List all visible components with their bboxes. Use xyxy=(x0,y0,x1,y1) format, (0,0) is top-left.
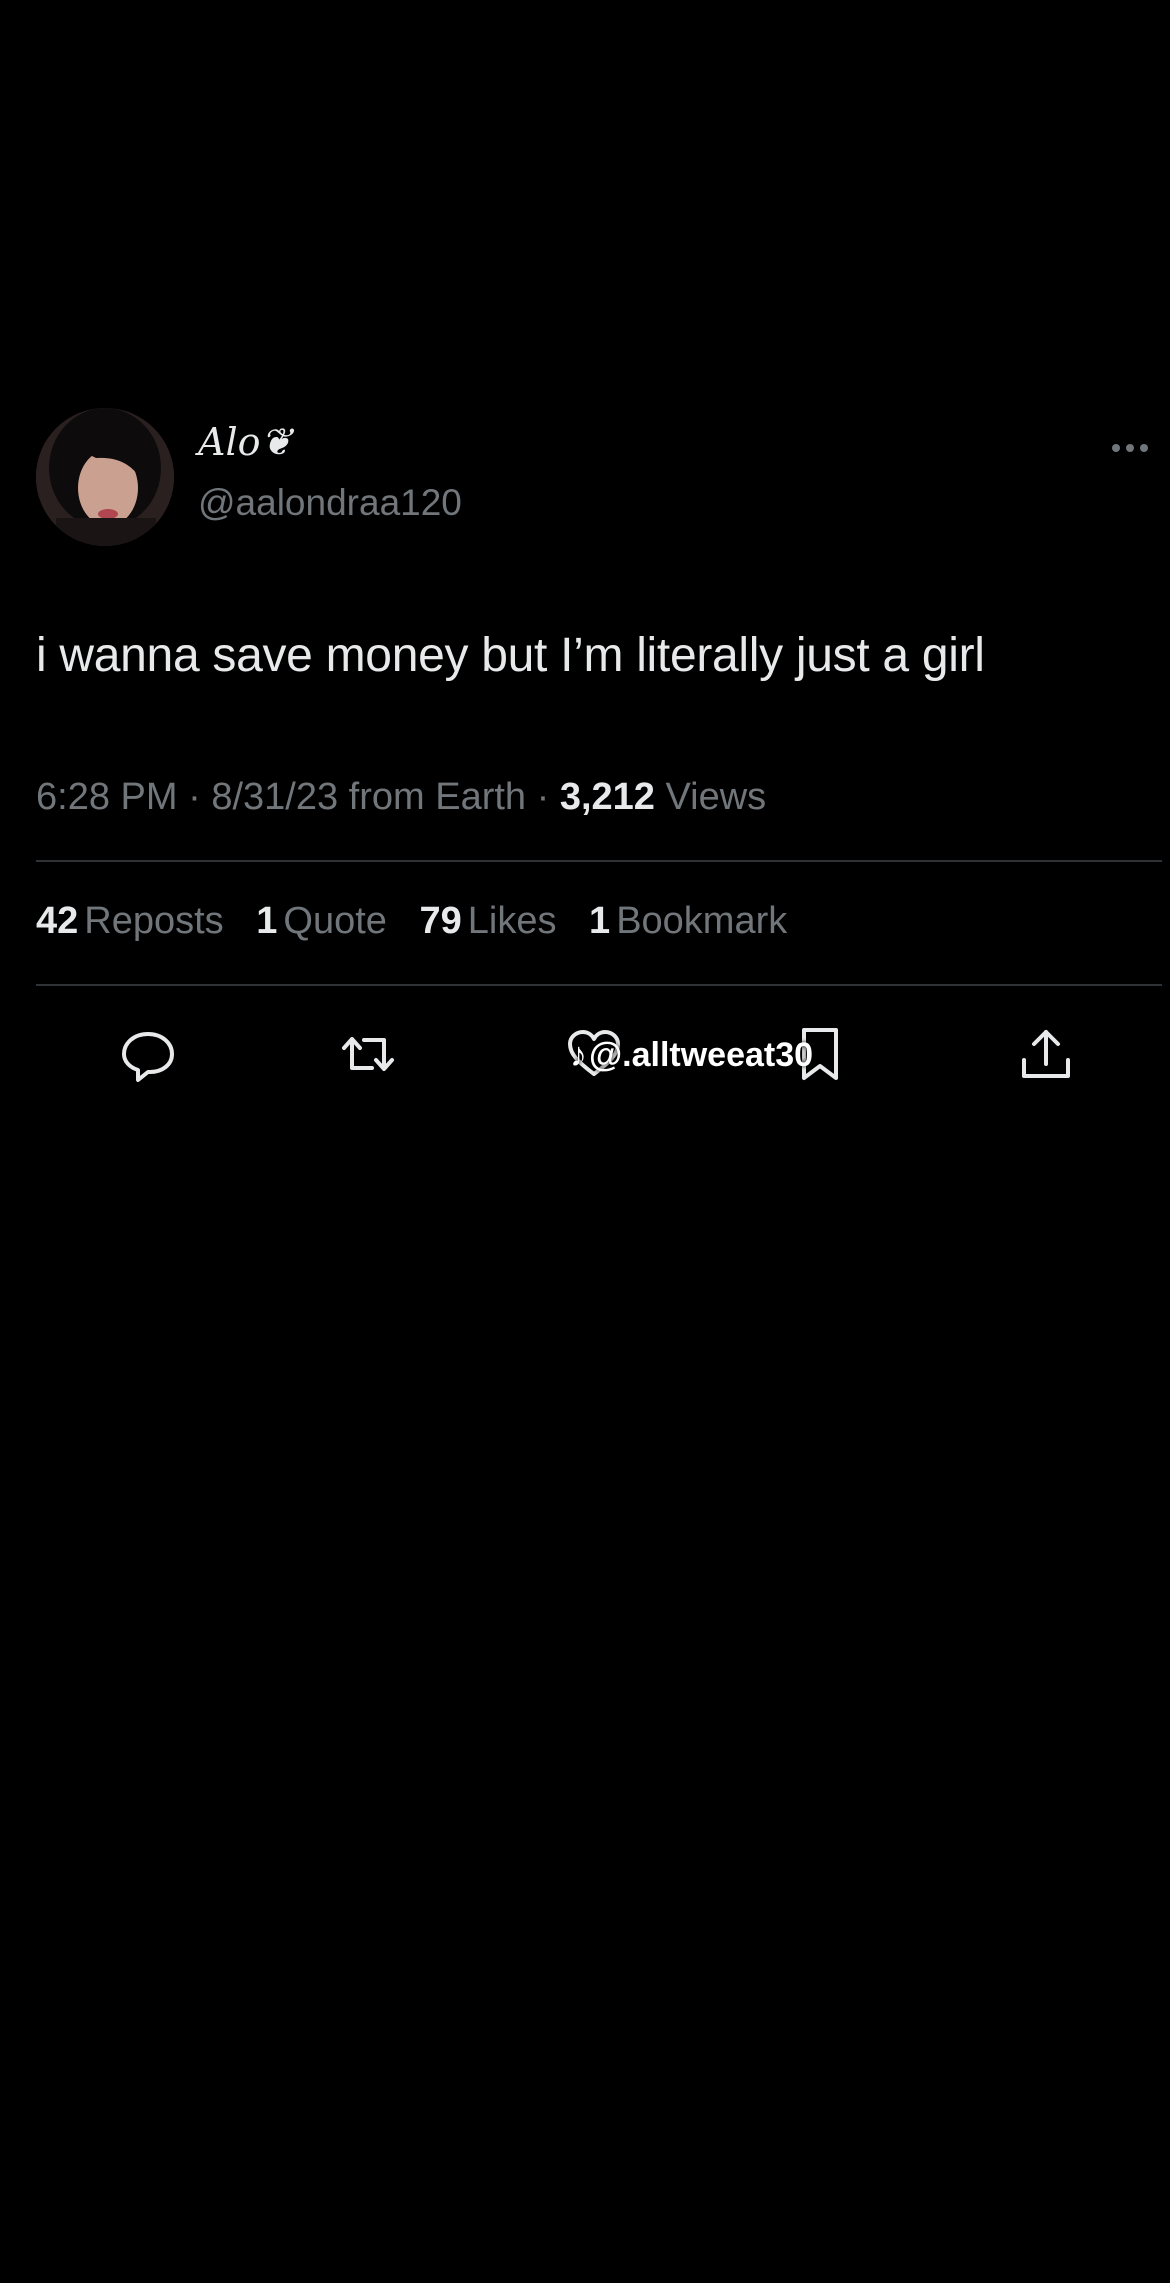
tweet-time[interactable]: 6:28 PM xyxy=(36,776,178,818)
meta-separator: · xyxy=(188,776,212,818)
reposts-label: Reposts xyxy=(84,900,224,942)
more-dots-icon xyxy=(1112,444,1148,452)
quotes-label: Quote xyxy=(283,900,387,942)
tweet-date[interactable]: 8/31/23 xyxy=(211,776,338,818)
reposts-count: 42 xyxy=(36,900,79,942)
bookmarks-label: Bookmark xyxy=(616,900,788,942)
avatar-image xyxy=(36,408,174,546)
reply-button[interactable] xyxy=(118,1024,178,1084)
tiktok-watermark: ♪@.alltweeat30 xyxy=(570,1036,813,1075)
divider xyxy=(36,984,1162,986)
likes-stat[interactable]: 79 Likes xyxy=(419,900,556,942)
more-options-button[interactable] xyxy=(1106,428,1162,468)
reposts-stat[interactable]: 42 Reposts xyxy=(36,900,224,942)
divider xyxy=(36,860,1162,862)
tweet-meta: 6:28 PM · 8/31/23 from Earth · 3,212 Vie… xyxy=(36,776,766,819)
likes-label: Likes xyxy=(467,900,557,942)
share-button[interactable] xyxy=(1016,1024,1076,1084)
user-handle[interactable]: @aalondraa120 xyxy=(198,482,462,524)
avatar[interactable] xyxy=(36,408,174,546)
views-count: 3,212 xyxy=(559,776,655,818)
likes-count: 79 xyxy=(419,900,462,942)
repost-icon xyxy=(342,1037,394,1071)
watermark-text: @.alltweeat30 xyxy=(589,1036,814,1074)
tweet-source: from Earth xyxy=(348,776,527,818)
reply-icon xyxy=(122,1032,174,1082)
display-name[interactable]: Alo❦ xyxy=(198,420,292,464)
quotes-count: 1 xyxy=(256,900,278,942)
engagement-stats: 42 Reposts 1 Quote 79 Likes 1 Bookmark xyxy=(36,900,809,943)
views-label: Views xyxy=(665,776,767,818)
meta-separator: · xyxy=(536,776,560,818)
bookmarks-stat[interactable]: 1 Bookmark xyxy=(589,900,787,942)
share-icon xyxy=(1022,1030,1070,1078)
tweet-detail: Alo❦ @aalondraa120 i wanna save money bu… xyxy=(0,0,1170,2283)
bookmarks-count: 1 xyxy=(589,900,611,942)
tweet-text: i wanna save money but I’m literally jus… xyxy=(36,629,985,682)
quotes-stat[interactable]: 1 Quote xyxy=(256,900,387,942)
tiktok-icon: ♪ xyxy=(570,1036,587,1074)
repost-button[interactable] xyxy=(338,1024,398,1084)
